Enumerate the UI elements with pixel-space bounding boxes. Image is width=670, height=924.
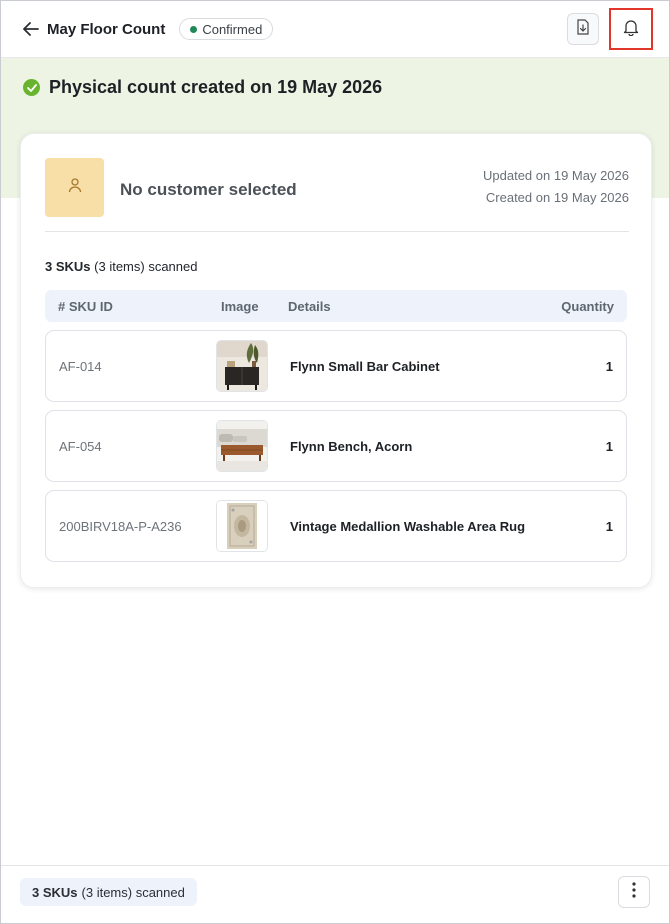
- skus-detail: (3 items) scanned: [94, 259, 198, 274]
- app-window: May Floor Count Confirmed Physical count…: [0, 0, 670, 924]
- product-details: Flynn Small Bar Cabinet: [290, 359, 440, 374]
- notifications-button[interactable]: [615, 13, 647, 45]
- updated-date: Updated on 19 May 2026: [483, 168, 629, 183]
- check-circle-icon: [23, 79, 40, 96]
- skus-count: 3 SKUs: [45, 259, 91, 274]
- user-icon: [68, 177, 82, 198]
- product-details: Flynn Bench, Acorn: [290, 439, 413, 454]
- product-image-bench[interactable]: [216, 420, 268, 472]
- customer-name[interactable]: No customer selected: [120, 180, 297, 200]
- product-details: Vintage Medallion Washable Area Rug: [290, 519, 526, 534]
- status-message: Physical count created on 19 May 2026: [49, 77, 383, 97]
- sku-id: AF-014: [59, 359, 102, 374]
- count-card: No customer selected Updated on 19 May 2…: [20, 133, 652, 588]
- more-options-button[interactable]: [618, 876, 650, 908]
- status-badge-label: Confirmed: [202, 21, 263, 37]
- table-row[interactable]: AF-014 Flynn Small Bar Cabinet 1: [45, 330, 627, 402]
- kebab-menu-icon: [632, 881, 636, 903]
- top-bar: May Floor Count Confirmed: [1, 1, 669, 58]
- download-button[interactable]: [567, 13, 599, 45]
- notifications-highlight: [609, 8, 653, 50]
- created-date: Created on 19 May 2026: [485, 190, 629, 205]
- footer-bar: 3 SKUs (3 items) scanned: [1, 865, 669, 923]
- page-title: May Floor Count: [47, 20, 166, 38]
- quantity: 1: [605, 439, 613, 454]
- col-details: Details: [288, 299, 331, 314]
- status-dot: [190, 25, 198, 33]
- product-image-bar-cabinet[interactable]: [216, 340, 268, 392]
- col-sku-id: # SKU ID: [58, 299, 113, 314]
- sku-id: AF-054: [59, 439, 102, 454]
- col-quantity: Quantity: [561, 299, 614, 314]
- sku-id: 200BIRV18A-P-A236: [59, 519, 182, 534]
- bell-icon: [623, 18, 639, 41]
- product-image-rug[interactable]: [216, 500, 268, 552]
- date-info: Updated on 19 May 2026 Created on 19 May…: [483, 165, 629, 209]
- customer-row: No customer selected Updated on 19 May 2…: [45, 158, 629, 232]
- customer-avatar[interactable]: [45, 158, 104, 217]
- table-header: # SKU ID Image Details Quantity: [45, 290, 627, 322]
- table-row[interactable]: 200BIRV18A-P-A236 Vintage Medallion Wash…: [45, 490, 627, 562]
- quantity: 1: [605, 519, 613, 534]
- quantity: 1: [605, 359, 613, 374]
- footer-skus-count: 3 SKUs: [32, 884, 78, 900]
- status-badge: Confirmed: [179, 18, 274, 40]
- back-arrow-icon[interactable]: [21, 19, 41, 39]
- status-message-row: Physical count created on 19 May 2026: [23, 77, 382, 98]
- table-row[interactable]: AF-054 Flynn Bench, Acorn 1: [45, 410, 627, 482]
- col-image: Image: [221, 299, 259, 314]
- skus-summary: 3 SKUs (3 items) scanned: [45, 259, 197, 274]
- footer-skus-summary: 3 SKUs (3 items) scanned: [20, 878, 197, 906]
- download-icon: [576, 18, 590, 40]
- footer-skus-detail: (3 items) scanned: [81, 884, 185, 900]
